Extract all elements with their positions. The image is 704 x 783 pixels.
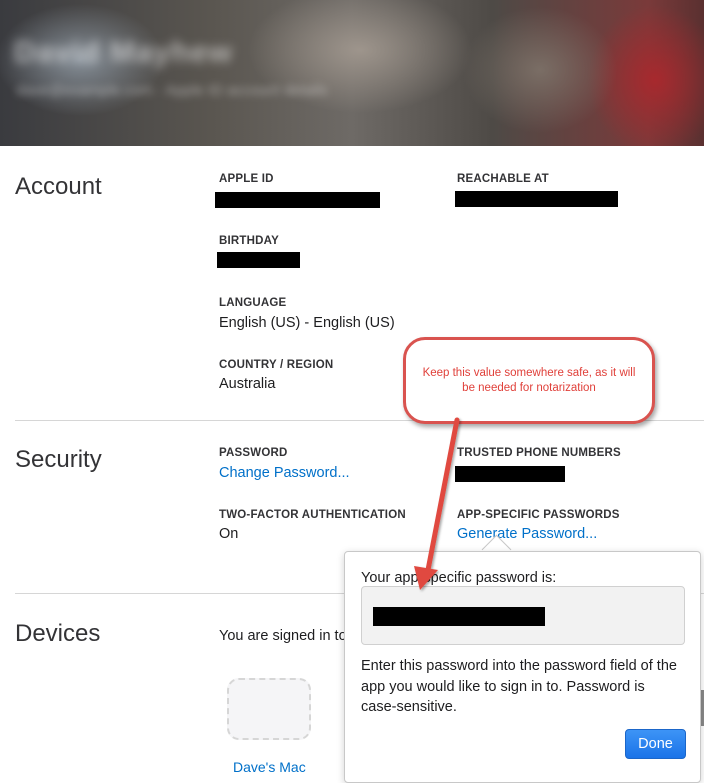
apple-id-label: APPLE ID [219, 173, 274, 185]
profile-header: David Mayhew dave@example.com · Apple ID… [0, 0, 704, 146]
done-button[interactable]: Done [625, 729, 686, 759]
two-factor-label: TWO-FACTOR AUTHENTICATION [219, 509, 406, 521]
generate-password-link[interactable]: Generate Password... [457, 526, 597, 542]
reachable-at-label: REACHABLE AT [457, 173, 549, 185]
security-section-title: Security [15, 446, 102, 473]
reachable-at-redacted [455, 191, 618, 207]
devices-section-title: Devices [15, 620, 101, 647]
change-password-link[interactable]: Change Password... [219, 465, 350, 481]
generated-password-redacted [373, 607, 545, 626]
device-thumbnail[interactable] [227, 678, 311, 740]
profile-name: David Mayhew [14, 36, 233, 69]
popover-instructions: Enter this password into the password fi… [361, 658, 677, 715]
annotation-text: Keep this value somewhere safe, as it wi… [422, 367, 636, 394]
country-value: Australia [219, 376, 276, 392]
apple-id-redacted [215, 192, 380, 208]
device-name-link[interactable]: Dave's Mac [233, 759, 306, 775]
profile-subtitle: dave@example.com · Apple ID account deta… [16, 82, 328, 99]
birthday-redacted [217, 252, 300, 268]
two-factor-value: On [219, 526, 239, 542]
app-specific-label: APP-SPECIFIC PASSWORDS [457, 509, 620, 521]
annotation-callout: Keep this value somewhere safe, as it wi… [403, 337, 655, 424]
generated-password-field[interactable] [361, 586, 685, 645]
popover-heading: Your app-specific password is: [361, 570, 557, 586]
language-label: LANGUAGE [219, 297, 287, 309]
language-value: English (US) - English (US) [219, 315, 395, 331]
trusted-phone-redacted [455, 466, 565, 482]
signed-in-text: You are signed in to [219, 628, 347, 644]
country-label: COUNTRY / REGION [219, 359, 334, 371]
birthday-label: BIRTHDAY [219, 235, 279, 247]
app-password-popover: Your app-specific password is: Enter thi… [344, 551, 701, 783]
password-label: PASSWORD [219, 447, 288, 459]
account-section-title: Account [15, 173, 102, 200]
trusted-phone-label: TRUSTED PHONE NUMBERS [457, 447, 621, 459]
